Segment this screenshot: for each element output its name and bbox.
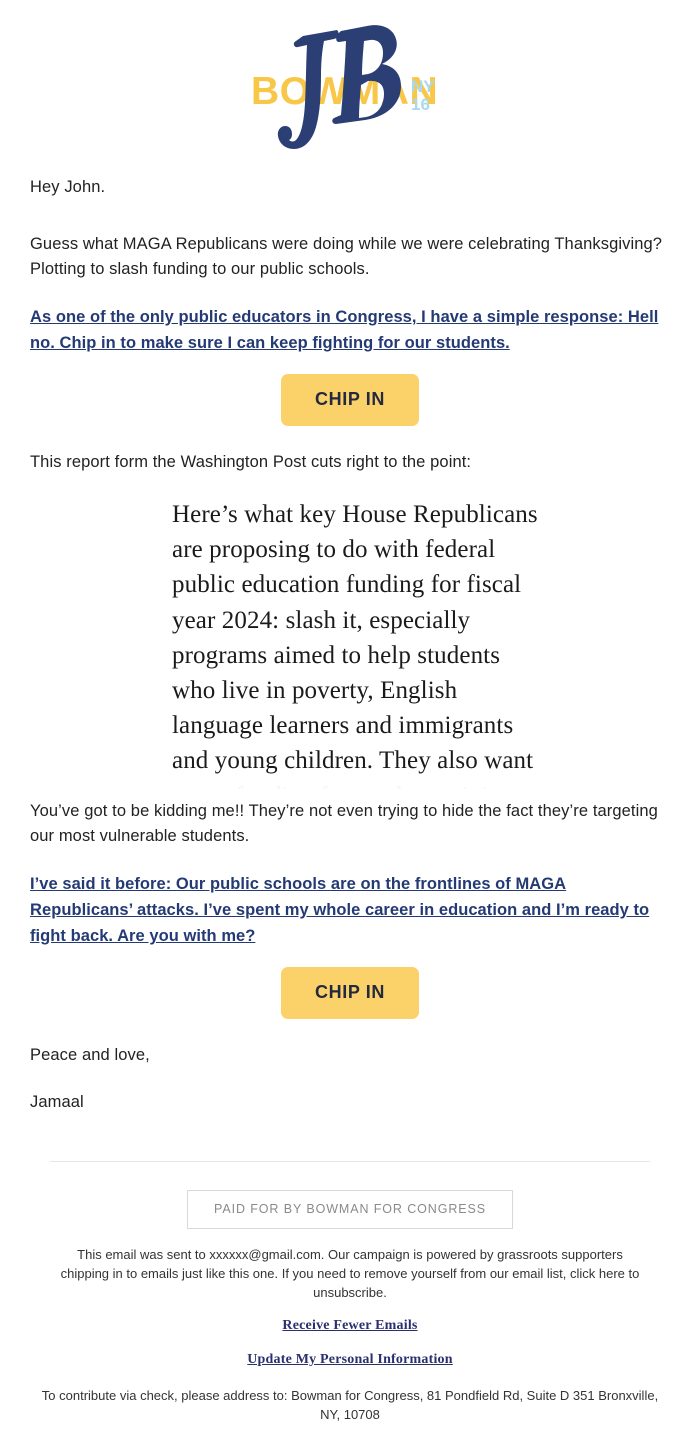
email-footer: PAID FOR BY BOWMAN FOR CONGRESS This ema… <box>0 1162 700 1446</box>
footer-unsubscribe-note: This email was sent to xxxxxx@gmail.com.… <box>60 1247 640 1300</box>
logo-district-ny: NY <box>411 77 435 96</box>
quote-line: and young children. They also want <box>172 747 534 775</box>
email-content-column: Hey John. Guess what MAGA Republicans we… <box>0 175 700 1115</box>
report-intro-paragraph: This report form the Washington Post cut… <box>30 453 472 471</box>
inline-donate-link-2[interactable]: I’ve said it before: Our public schools … <box>30 871 670 949</box>
washington-post-quote-screenshot: Here’s what key House Republicans are pr… <box>30 497 670 789</box>
intro-paragraph: Guess what MAGA Republicans were doing w… <box>30 235 663 278</box>
chip-in-button-top[interactable]: CHIP IN <box>281 374 419 426</box>
chip-in-button-bottom[interactable]: CHIP IN <box>281 967 419 1019</box>
inline-donate-link-1[interactable]: As one of the only public educators in C… <box>30 304 670 356</box>
quote-line: programs aimed to help students <box>172 641 501 669</box>
mailing-address-text: To contribute via check, please address … <box>41 1388 659 1422</box>
reaction-paragraph: You’ve got to be kidding me!! They’re no… <box>30 802 658 845</box>
quote-line-clipped: to cut funding for teacher training <box>172 779 670 789</box>
quote-line: who live in poverty, English <box>172 677 458 705</box>
logo-artwork: BOWMAN NY 16 <box>251 25 438 149</box>
quote-line: are proposing to do with federal <box>172 536 496 564</box>
logo-district-number: 16 <box>411 95 430 114</box>
receive-fewer-emails-link[interactable]: Receive Fewer Emails <box>40 1318 660 1334</box>
email-body: BOWMAN NY 16 Hey John. Guess what MAGA R… <box>0 0 700 1446</box>
greeting-text: Hey John. <box>30 178 106 196</box>
bowman-campaign-logo: BOWMAN NY 16 <box>245 18 455 156</box>
signoff-text: Peace and love, <box>30 1046 150 1064</box>
quote-line: Here’s what key House Republicans <box>172 501 538 528</box>
logo-header: BOWMAN NY 16 <box>0 0 700 175</box>
quote-line: language learners and immigrants <box>172 712 514 740</box>
chip-in-button-row-1: CHIP IN <box>30 374 670 426</box>
quote-line: year 2024: slash it, especially <box>172 606 471 634</box>
update-personal-information-link[interactable]: Update My Personal Information <box>40 1352 660 1368</box>
chip-in-button-row-2: CHIP IN <box>30 967 670 1019</box>
signature-name: Jamaal <box>30 1093 84 1111</box>
paid-for-disclaimer: PAID FOR BY BOWMAN FOR CONGRESS <box>187 1190 513 1229</box>
quote-line: public education funding for fiscal <box>172 571 522 599</box>
